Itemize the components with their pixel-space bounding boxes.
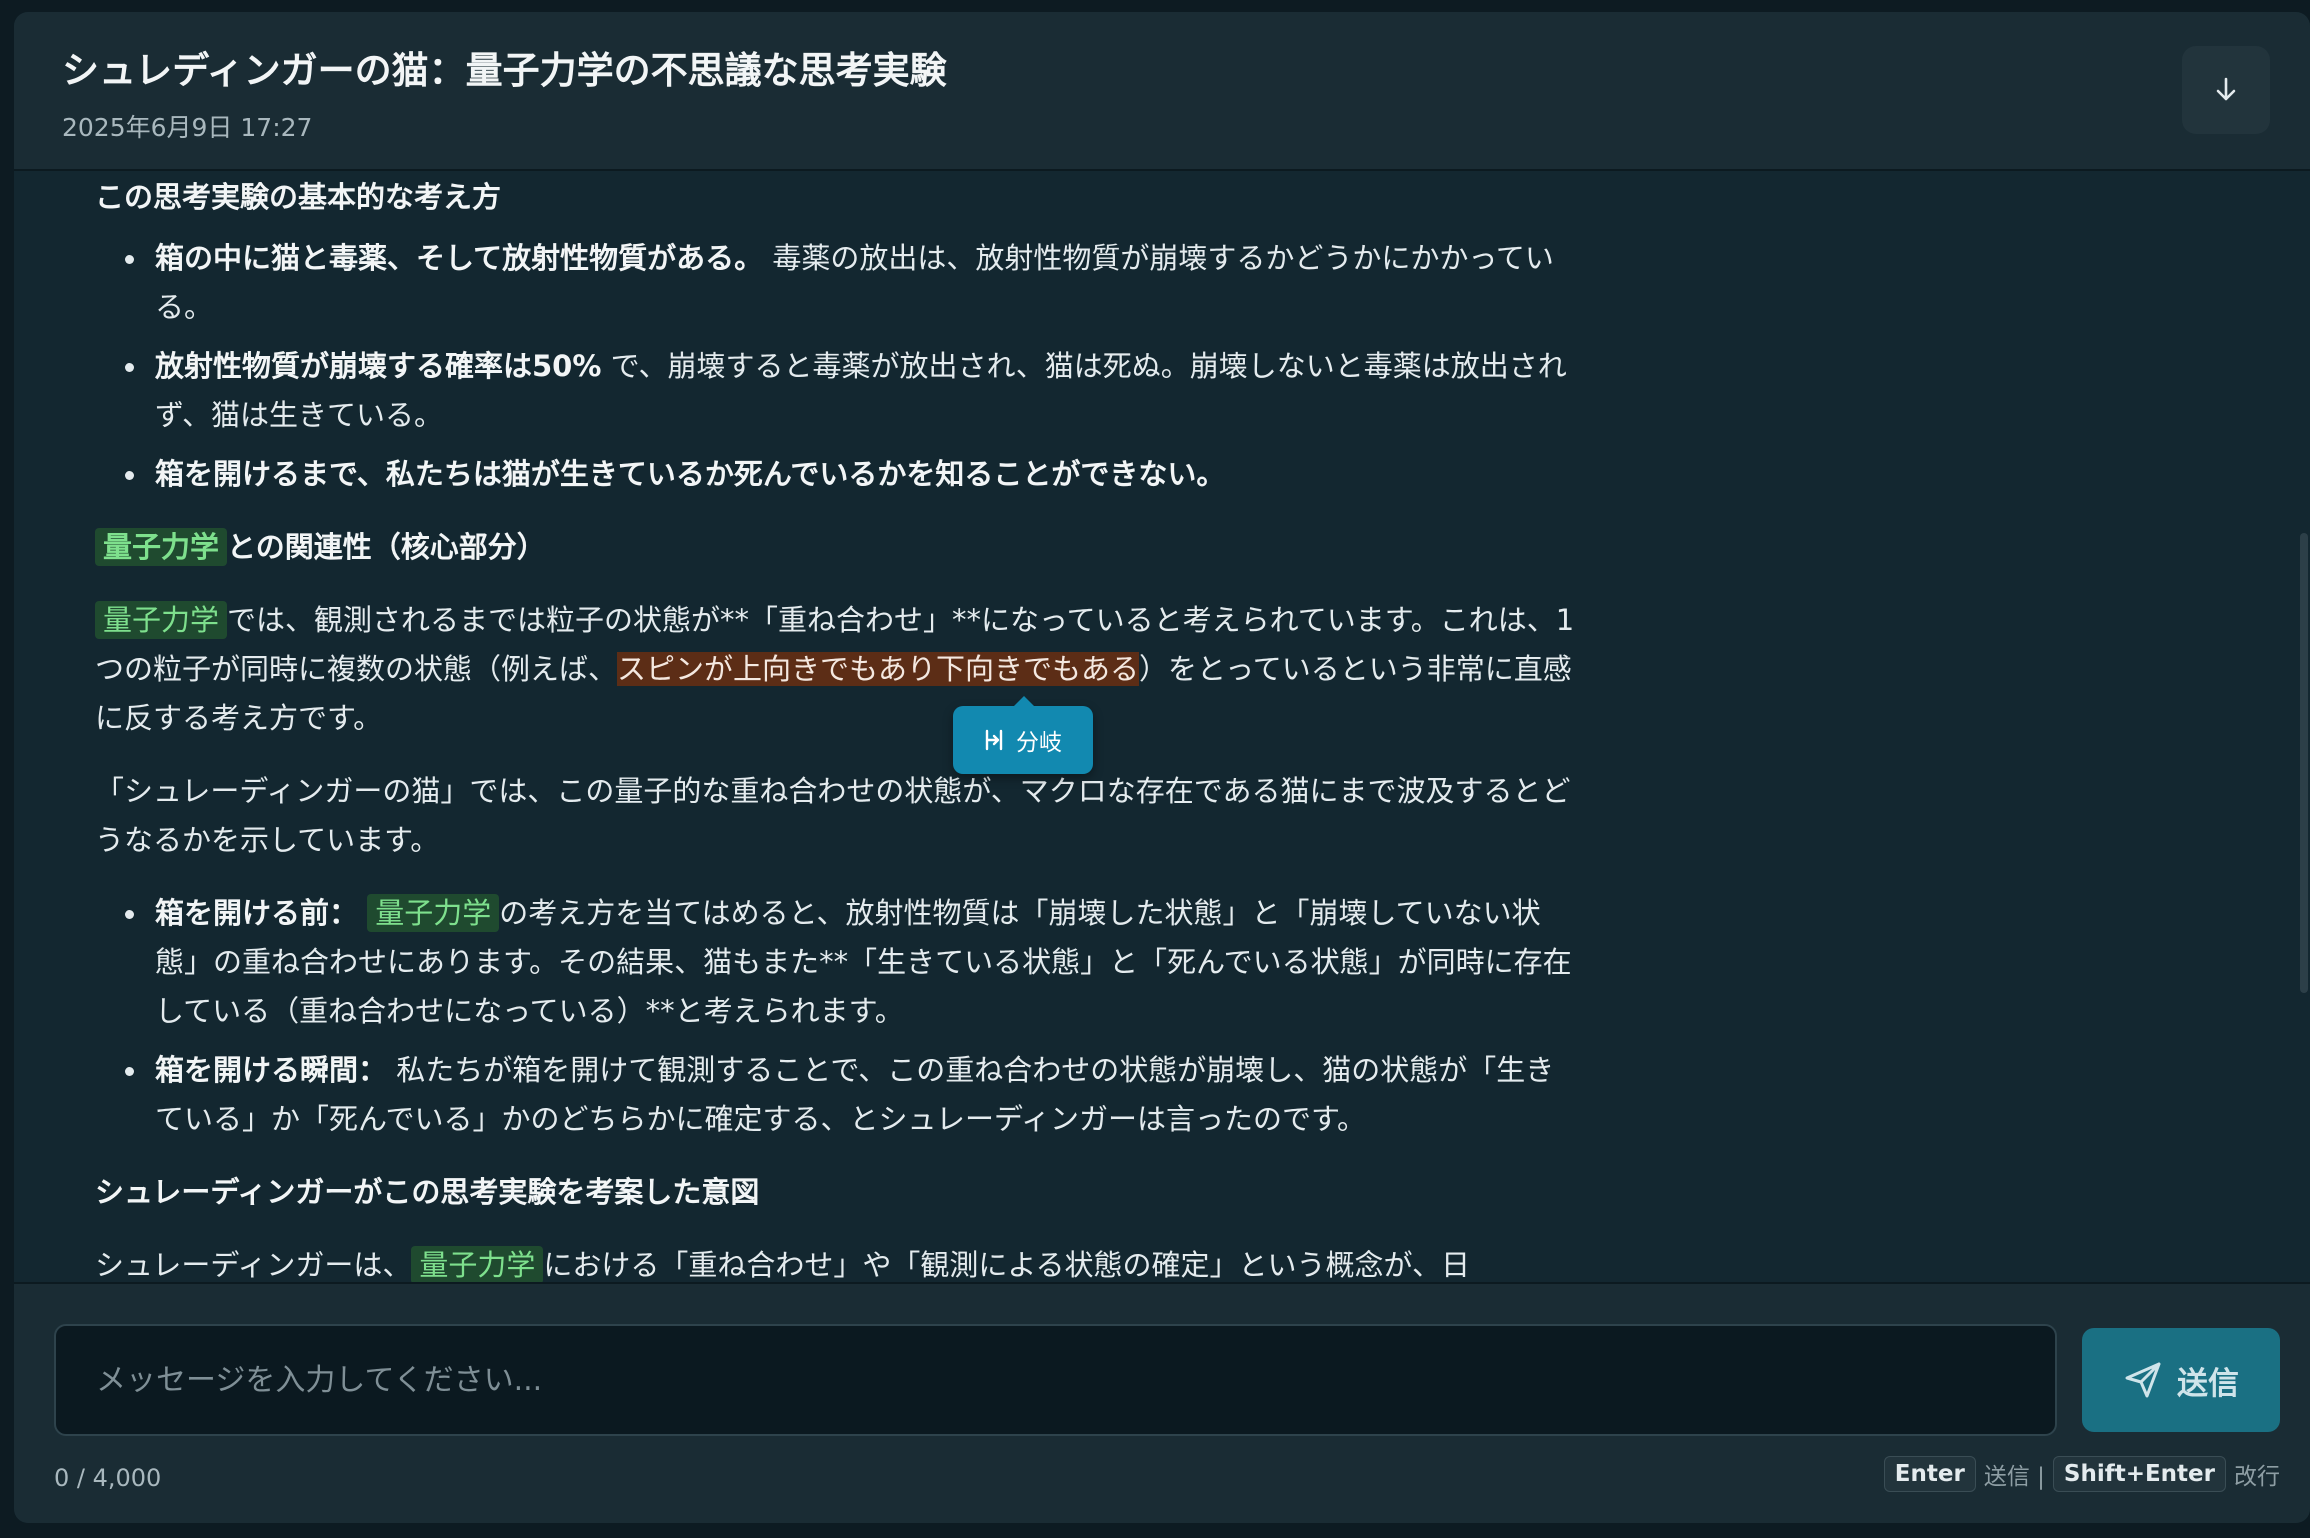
branch-icon bbox=[985, 729, 1003, 751]
composer: 送信 0 / 4,000 Enter 送信 | Shift+Enter 改行 bbox=[14, 1282, 2310, 1523]
term-highlight[interactable]: 量子力学 bbox=[95, 601, 228, 639]
term-highlight[interactable]: 量子力学 bbox=[411, 1246, 544, 1282]
chat-header: シュレディンガーの猫：量子力学の不思議な思考実験 2025年6月9日 17:27 bbox=[14, 12, 2310, 171]
scrollbar[interactable] bbox=[2300, 533, 2308, 993]
message-input[interactable] bbox=[56, 1326, 2055, 1434]
arrow-down-icon bbox=[2216, 77, 2236, 101]
selected-text[interactable]: スピンが上向きでもあり下向きでもある bbox=[617, 652, 1140, 686]
section-heading-relation: 量子力学 との関連性（核心部分） bbox=[95, 523, 1575, 572]
download-button[interactable] bbox=[2182, 46, 2270, 134]
chat-title: シュレディンガーの猫：量子力学の不思議な思考実験 bbox=[62, 49, 947, 92]
hint-newline: 改行 bbox=[2234, 1464, 2280, 1490]
message-input-box[interactable] bbox=[54, 1324, 2057, 1436]
list-item: 放射性物質が崩壊する確率は50% で、崩壊すると毒薬が放出され、猫は死ぬ。崩壊し… bbox=[95, 342, 1575, 440]
section-heading-intent: シュレーディンガーがこの思考実験を考案した意図 bbox=[95, 1175, 760, 1209]
assistant-message: この思考実験の基本的な考え方 箱の中に猫と毒薬、そして放射性物質がある。 毒薬の… bbox=[95, 173, 1575, 1282]
message-area[interactable]: この思考実験の基本的な考え方 箱の中に猫と毒薬、そして放射性物質がある。 毒薬の… bbox=[14, 173, 2310, 1282]
hint-send: 送信 | bbox=[1983, 1464, 2045, 1490]
char-counter: 0 / 4,000 bbox=[54, 1464, 162, 1492]
term-highlight[interactable]: 量子力学 bbox=[367, 894, 500, 932]
chat-window: シュレディンガーの猫：量子力学の不思議な思考実験 2025年6月9日 17:27… bbox=[14, 12, 2310, 1523]
keyboard-hints: Enter 送信 | Shift+Enter 改行 bbox=[1883, 1456, 2280, 1492]
paragraph-intent: シュレーディンガーは、 量子力学 における「重ね合わせ」や「観測による状態の確定」と… bbox=[95, 1246, 1470, 1282]
term-highlight[interactable]: 量子力学 bbox=[95, 528, 228, 566]
send-icon bbox=[2125, 1362, 2161, 1398]
list-item: 箱を開ける前： 量子力学 の考え方を当てはめると、放射性物質は「崩壊した状態」と「… bbox=[95, 889, 1575, 1036]
box-list: 箱を開ける前： 量子力学 の考え方を当てはめると、放射性物質は「崩壊した状態」と「… bbox=[95, 889, 1575, 1144]
kbd-enter: Enter bbox=[1883, 1456, 1976, 1492]
list-item: 箱の中に猫と毒薬、そして放射性物質がある。 毒薬の放出は、放射性物質が崩壊するか… bbox=[95, 234, 1575, 332]
list-item: 箱を開けるまで、私たちは猫が生きているか死んでいるかを知ることができない。 bbox=[95, 450, 1575, 499]
branch-button[interactable]: 分岐 bbox=[953, 696, 1093, 774]
branch-label: 分岐 bbox=[1016, 730, 1062, 756]
kbd-shift-enter: Shift+Enter bbox=[2052, 1456, 2226, 1492]
basics-list: 箱の中に猫と毒薬、そして放射性物質がある。 毒薬の放出は、放射性物質が崩壊するか… bbox=[95, 234, 1575, 499]
section-heading-basics: この思考実験の基本的な考え方 bbox=[95, 180, 502, 214]
send-button[interactable]: 送信 bbox=[2082, 1328, 2280, 1432]
paragraph-cat: 「シュレーディンガーの猫」では、この量子的な重ね合わせの状態が、マクロな存在であ… bbox=[95, 774, 1571, 857]
paragraph-superposition: 量子力学 では、観測されるまでは粒子の状態が**「重ね合わせ」**になっていると考… bbox=[95, 601, 1575, 735]
send-label: 送信 bbox=[2177, 1365, 2239, 1402]
chat-date: 2025年6月9日 17:27 bbox=[62, 113, 313, 142]
list-item: 箱を開ける瞬間： 私たちが箱を開けて観測することで、この重ね合わせの状態が崩壊し… bbox=[95, 1046, 1575, 1144]
